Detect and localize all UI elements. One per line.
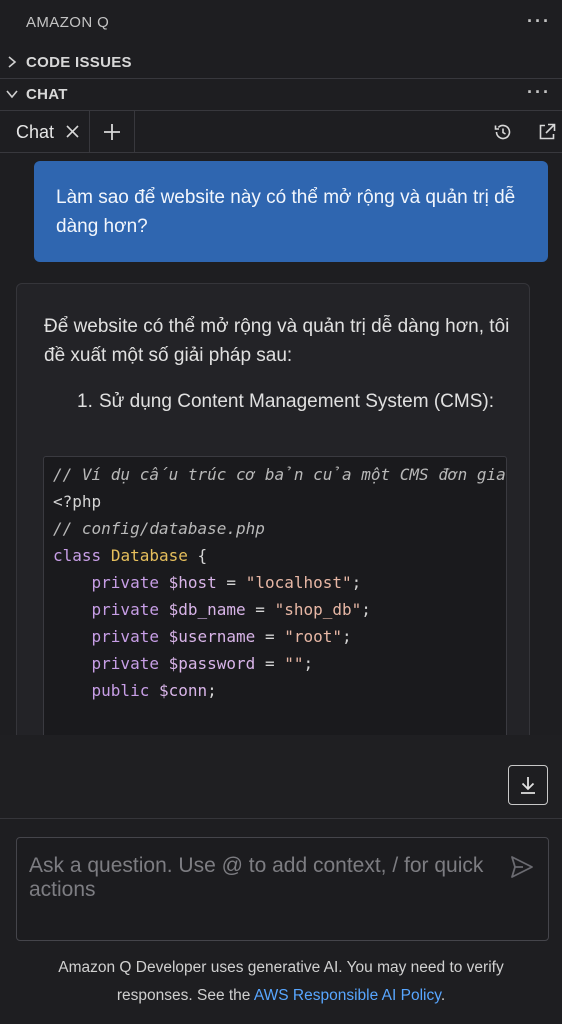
amazon-q-panel: AMAZON Q ··· CODE ISSUES CHAT ··· Chat L… [0, 0, 562, 1024]
section-code-issues-label: CODE ISSUES [26, 54, 132, 71]
code-operator: = [216, 573, 246, 592]
send-icon[interactable] [509, 854, 535, 880]
code-string: "root" [284, 627, 343, 646]
prompt-input[interactable]: Ask a question. Use @ to add context, / … [16, 837, 549, 941]
code-punct: ; [361, 600, 371, 619]
responsible-ai-policy-link[interactable]: AWS Responsible AI Policy [254, 987, 441, 1004]
code-operator: = [255, 627, 285, 646]
code-line-2: <?php [53, 492, 102, 511]
assistant-message: Để website có thể mở rộng và quản trị dễ… [16, 283, 530, 753]
code-keyword: private [91, 573, 159, 592]
new-tab-button[interactable] [90, 111, 135, 152]
chat-more-actions-button[interactable]: ··· [527, 83, 551, 101]
prompt-input-placeholder: Ask a question. Use @ to add context, / … [29, 854, 484, 901]
assistant-intro-text: Để website có thể mở rộng và quản trị dễ… [44, 316, 510, 366]
code-operator: = [245, 600, 275, 619]
panel-more-actions-button[interactable]: ··· [527, 12, 551, 30]
code-punct: ; [303, 654, 314, 673]
code-line-4: class Database { [53, 542, 207, 569]
code-line-8: private $password = ""; [53, 650, 314, 677]
code-variable: $conn [158, 681, 208, 700]
divider [0, 818, 562, 819]
chevron-right-icon [8, 56, 17, 68]
code-variable: $username [168, 627, 256, 646]
disclaimer-text: Amazon Q Developer uses generative AI. Y… [20, 954, 542, 1010]
code-variable: $db_name [168, 600, 246, 619]
code-block: // Ví dụ cấu trúc cơ bản của một CMS đơn… [43, 456, 507, 752]
panel-header: AMAZON Q ··· [0, 0, 562, 46]
list-item-text: Sử dụng Content Management System (CMS): [99, 391, 495, 412]
scroll-down-icon [521, 777, 535, 794]
code-line-1: // Ví dụ cấu trúc cơ bản của một CMS đơn… [53, 465, 507, 484]
code-line-9: public $conn; [53, 677, 217, 704]
external-link-icon[interactable] [537, 122, 557, 142]
code-keyword: class [53, 546, 102, 565]
code-variable: $password [168, 654, 256, 673]
user-message: Làm sao để website này có thể mở rộng và… [34, 161, 548, 262]
code-operator: = [255, 654, 285, 673]
code-punct: ; [342, 627, 352, 646]
section-chat-label: CHAT [26, 86, 68, 103]
chevron-down-icon [6, 90, 18, 99]
code-string: "" [284, 654, 304, 673]
section-code-issues[interactable]: CODE ISSUES [0, 47, 562, 79]
code-keyword: private [91, 654, 159, 673]
list-item-number: 1. [77, 391, 93, 412]
plus-icon [104, 124, 120, 140]
history-icon[interactable] [493, 122, 513, 142]
close-icon[interactable] [66, 125, 79, 138]
code-line-7: private $username = "root"; [53, 623, 352, 650]
chat-scroll-footer [0, 735, 562, 819]
code-punct: ; [351, 573, 362, 592]
code-keyword: public [91, 681, 150, 700]
tab-chat[interactable]: Chat [0, 111, 90, 152]
code-string: "localhost" [245, 573, 352, 592]
chat-tab-bar: Chat [0, 111, 562, 153]
code-string: "shop_db" [274, 600, 362, 619]
code-punct: { [187, 546, 208, 565]
code-line-5: private $host = "localhost"; [53, 569, 362, 596]
code-keyword: private [91, 600, 159, 619]
code-keyword: private [91, 627, 159, 646]
disclaimer-end: . [440, 987, 446, 1004]
section-chat[interactable]: CHAT ··· [0, 79, 562, 111]
code-variable: $host [168, 573, 217, 592]
code-line-3: // config/database.php [53, 519, 265, 538]
panel-title: AMAZON Q [26, 14, 110, 31]
code-class-name: Database [110, 546, 188, 565]
code-line-6: private $db_name = "shop_db"; [53, 596, 371, 623]
tab-chat-label: Chat [16, 122, 55, 142]
scroll-to-bottom-button[interactable] [508, 765, 548, 805]
code-punct: ; [207, 681, 217, 700]
